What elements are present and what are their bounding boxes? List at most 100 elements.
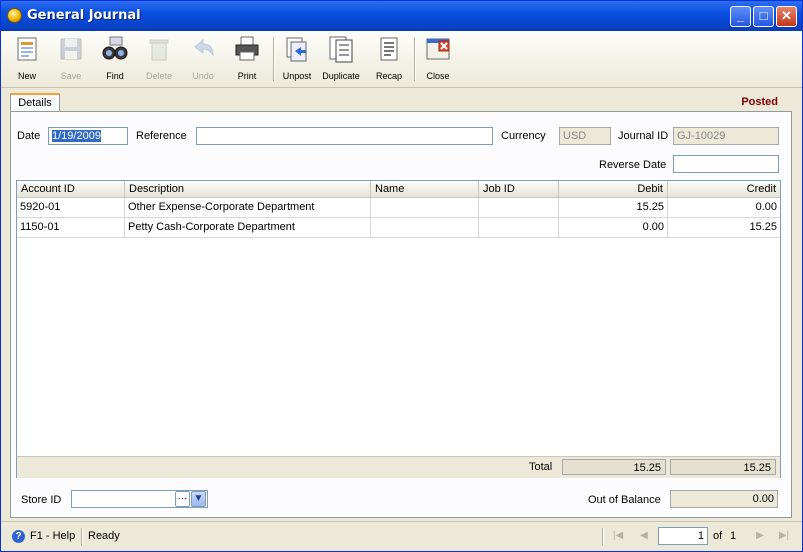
table-row[interactable]: 1150-01 Petty Cash-Corporate Department … [17,218,780,238]
unpost-icon [286,37,307,62]
recap-button[interactable]: Recap [367,33,411,85]
help-icon[interactable]: ? [12,530,25,543]
title-bar[interactable]: General Journal _ □ ✕ [1,1,802,31]
date-value: 1/19/2009 [52,130,101,142]
total-credit: 15.25 [670,459,776,475]
duplicate-button[interactable]: Duplicate [319,33,363,85]
debit-cell[interactable]: 15.25 [559,198,668,217]
page-of-label: of [713,530,723,542]
column-header-description[interactable]: Description [125,181,371,197]
account-id-cell[interactable]: 5920-01 [17,198,125,217]
close-icon: ✕ [781,8,792,23]
save-button[interactable]: Save [49,33,93,85]
maximize-button[interactable]: □ [753,6,774,27]
column-header-account-id[interactable]: Account ID [17,181,125,197]
status-separator [81,528,83,546]
save-label: Save [60,71,82,81]
journal-id-field[interactable]: GJ-10029 [673,127,779,145]
account-id-cell[interactable]: 1150-01 [17,218,125,237]
reference-field[interactable] [196,127,493,145]
credit-cell[interactable]: 0.00 [668,198,780,217]
currency-label: Currency [501,130,546,142]
first-page-button[interactable]: |◀ [611,529,625,543]
reverse-date-label: Reverse Date [599,159,667,171]
binoculars-icon [102,36,128,60]
app-icon [7,8,22,23]
journal-id-label: Journal ID [618,130,669,142]
tab-details[interactable]: Details [10,93,60,113]
minimize-icon: _ [736,8,745,23]
delete-button[interactable]: Delete [137,33,181,85]
last-page-button[interactable]: ▶| [777,529,791,543]
chevron-down-icon: ▼ [193,493,204,504]
grid-header: Account ID Description Name Job ID Debit… [17,181,780,198]
details-panel: Date 1/19/2009 Reference Currency USD Jo… [10,111,792,518]
name-cell[interactable] [371,198,479,217]
new-document-icon [17,37,37,61]
total-debit: 15.25 [562,459,666,475]
duplicate-icon [329,36,353,63]
description-cell[interactable]: Petty Cash-Corporate Department [125,218,371,237]
page-count: 1 [730,530,737,542]
store-id-dropdown-button[interactable]: ▼ [191,491,206,507]
help-text[interactable]: F1 - Help [30,530,75,542]
first-page-icon: |◀ [612,530,624,541]
out-of-balance-value: 0.00 [670,490,778,508]
close-button[interactable]: Close [416,33,460,85]
column-header-credit[interactable]: Credit [668,181,780,197]
page-number-input[interactable]: 1 [658,527,708,545]
out-of-balance-label: Out of Balance [588,494,661,506]
general-journal-window: General Journal _ □ ✕ New Save Find Dele… [0,0,803,552]
date-field[interactable]: 1/19/2009 [48,127,128,145]
find-button[interactable]: Find [93,33,137,85]
window-title: General Journal [27,8,141,23]
table-row[interactable]: 5920-01 Other Expense-Corporate Departme… [17,198,780,218]
toolbar: New Save Find Delete Undo Print Unpost D… [1,31,802,88]
print-label: Print [237,71,257,81]
minimize-button[interactable]: _ [730,6,751,27]
close-window-button[interactable]: ✕ [776,6,797,27]
delete-label: Delete [145,71,172,81]
recap-label: Recap [375,71,402,81]
column-header-name[interactable]: Name [371,181,479,197]
next-page-button[interactable]: ▶ [753,529,767,543]
journal-grid: Account ID Description Name Job ID Debit… [16,180,781,478]
name-cell[interactable] [371,218,479,237]
save-icon [60,38,82,60]
new-button[interactable]: New [5,33,49,85]
date-label: Date [17,130,41,142]
store-id-combo[interactable]: ··· ▼ [71,490,208,508]
unpost-label: Unpost [282,71,312,81]
column-header-job-id[interactable]: Job ID [479,181,559,197]
duplicate-label: Duplicate [322,71,360,81]
store-id-lookup-button[interactable]: ··· [175,491,190,507]
print-button[interactable]: Print [225,33,269,85]
next-page-icon: ▶ [756,530,764,541]
previous-page-icon: ◀ [640,530,648,541]
status-bar: ? F1 - Help Ready |◀ ◀ 1 of 1 ▶ ▶| [1,521,802,551]
maximize-icon: □ [759,8,768,23]
debit-cell[interactable]: 0.00 [559,218,668,237]
status-separator [602,528,604,546]
previous-page-button[interactable]: ◀ [637,529,651,543]
reverse-date-field[interactable] [673,155,779,173]
content-area: Details Posted Date 1/19/2009 Reference … [5,92,798,518]
find-label: Find [106,71,124,81]
currency-field[interactable]: USD [559,127,611,145]
job-id-cell[interactable] [479,198,559,217]
last-page-icon: ▶| [778,530,790,541]
description-cell[interactable]: Other Expense-Corporate Department [125,198,371,217]
close-label: Close [426,71,450,81]
store-id-label: Store ID [21,494,62,506]
column-header-debit[interactable]: Debit [559,181,668,197]
job-id-cell[interactable] [479,218,559,237]
credit-cell[interactable]: 15.25 [668,218,780,237]
unpost-button[interactable]: Unpost [275,33,319,85]
undo-icon [194,38,214,57]
grid-footer: Total 15.25 15.25 [17,456,780,478]
total-label: Total [529,461,553,473]
new-label: New [17,71,36,81]
status-badge: Posted [741,96,778,108]
undo-button[interactable]: Undo [181,33,225,85]
status-text: Ready [88,530,120,542]
